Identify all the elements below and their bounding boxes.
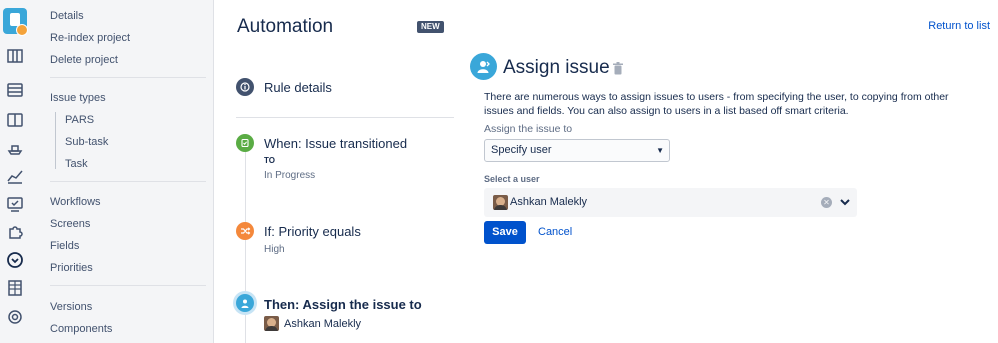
assign-user-icon (470, 53, 497, 80)
columns-icon[interactable] (5, 110, 25, 130)
addons-icon[interactable] (5, 222, 25, 242)
cancel-button[interactable]: Cancel (538, 226, 572, 238)
table-icon[interactable] (5, 278, 25, 298)
panel-title: Assign issue (503, 57, 610, 78)
condition-value: High (264, 244, 285, 255)
tree-line (55, 112, 56, 169)
action-title[interactable]: Then: Assign the issue to (264, 297, 422, 312)
releases-icon[interactable] (5, 138, 25, 158)
sidebar-item-task[interactable]: Task (65, 158, 88, 170)
sidebar-item-issue-types[interactable]: Issue types (50, 92, 106, 104)
rule-details-link[interactable]: Rule details (264, 80, 332, 95)
clear-icon[interactable]: ✕ (821, 197, 832, 208)
sidebar-item-priorities[interactable]: Priorities (50, 262, 93, 274)
return-to-list-link[interactable]: Return to list (928, 20, 990, 32)
notification-badge-icon (16, 24, 28, 36)
chevron-down-icon[interactable] (838, 195, 852, 209)
timeline-line (245, 150, 246, 343)
assign-field-label: Assign the issue to (484, 123, 573, 135)
condition-title[interactable]: If: Priority equals (264, 224, 361, 239)
sidebar-item-reindex[interactable]: Re-index project (50, 32, 130, 44)
sidebar-item-details[interactable]: Details (50, 10, 84, 22)
icon-rail (0, 0, 36, 343)
sidebar-item-fields[interactable]: Fields (50, 240, 79, 252)
caret-down-icon: ▼ (656, 146, 664, 155)
user-picker[interactable]: Ashkan Malekly ✕ (484, 188, 857, 217)
action-user: Ashkan Malekly (284, 318, 362, 330)
sidebar-divider (50, 285, 206, 286)
new-badge: NEW (417, 21, 444, 33)
compass-icon[interactable] (5, 250, 25, 270)
user-avatar (264, 316, 279, 331)
trigger-key: TO (264, 156, 275, 165)
sidebar-divider (50, 181, 206, 182)
selected-user-name: Ashkan Malekly (510, 196, 588, 208)
settings-icon[interactable] (5, 307, 25, 327)
assign-select-value: Specify user (491, 144, 552, 156)
info-icon (236, 78, 254, 96)
assign-select[interactable]: Specify user ▼ (484, 139, 670, 162)
trigger-icon (236, 134, 254, 152)
sidebar-item-pars[interactable]: PARS (65, 114, 94, 126)
page-title: Automation (237, 16, 334, 37)
sidebar-divider (50, 77, 206, 78)
action-assign-icon (236, 294, 254, 312)
issues-icon[interactable] (5, 194, 25, 214)
board-icon[interactable] (5, 46, 25, 66)
save-button[interactable]: Save (484, 221, 526, 244)
trash-icon[interactable] (612, 62, 624, 75)
selected-user-avatar (493, 195, 508, 210)
sidebar-item-delete[interactable]: Delete project (50, 54, 118, 66)
sidebar-item-subtask[interactable]: Sub-task (65, 136, 108, 148)
backlog-icon[interactable] (5, 80, 25, 100)
select-user-label: Select a user (484, 174, 540, 184)
panel-description: There are numerous ways to assign issues… (484, 91, 949, 117)
sidebar-item-workflows[interactable]: Workflows (50, 196, 101, 208)
automation-page: Details Re-index project Delete project … (0, 0, 998, 343)
sidebar-item-screens[interactable]: Screens (50, 218, 90, 230)
condition-shuffle-icon (236, 222, 254, 240)
trigger-value: In Progress (264, 170, 316, 181)
reports-icon[interactable] (5, 166, 25, 186)
project-settings-sidebar: Details Re-index project Delete project … (36, 0, 214, 343)
sidebar-item-versions[interactable]: Versions (50, 301, 92, 313)
sidebar-item-components[interactable]: Components (50, 323, 112, 335)
timeline-divider (236, 117, 454, 118)
trigger-title[interactable]: When: Issue transitioned (264, 136, 407, 151)
